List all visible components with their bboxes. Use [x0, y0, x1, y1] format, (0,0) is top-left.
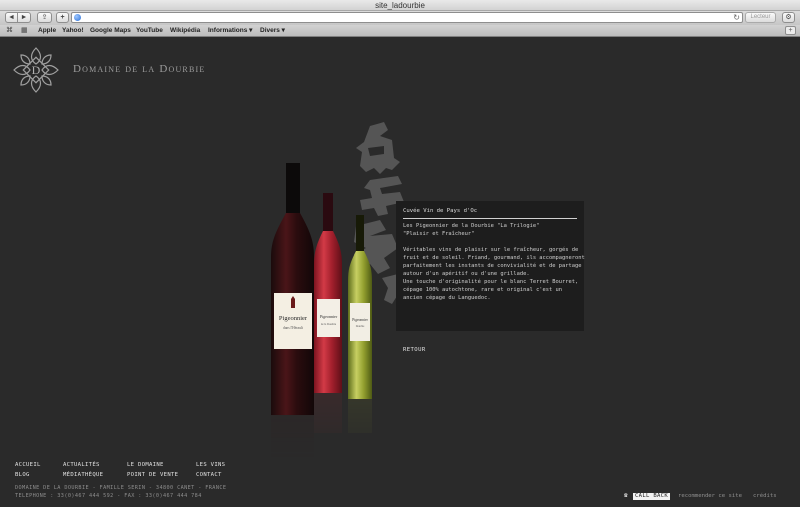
wine-bottles-image: Pigeonnier Dourbie Pigeonnier de la Dour…	[271, 163, 372, 461]
bookmark-informations-menu[interactable]: Informations ▾	[208, 25, 252, 37]
bookmarks-bar: ⌘ ▦ Apple Yahoo! Google Maps YouTube Wik…	[0, 25, 800, 37]
footer-link-point-de-vente[interactable]: POINT DE VENTE	[127, 472, 178, 478]
svg-text:Pigeonnier: Pigeonnier	[352, 318, 368, 322]
retour-link[interactable]: RETOUR	[403, 347, 426, 353]
wine-panel-gap	[403, 238, 581, 246]
reading-list-icon[interactable]: ⌘	[6, 27, 13, 35]
bookmark-yahoo[interactable]: Yahoo!	[62, 25, 84, 37]
white-wine-bottle: Pigeonnier Dourbie	[348, 215, 372, 399]
footer-link-blog[interactable]: BLOG	[15, 472, 30, 478]
wine-panel-line: autour d'un apéritif ou d'une grillade.	[403, 271, 530, 277]
footer-link-le-domaine[interactable]: LE DOMAINE	[127, 462, 164, 468]
wine-info-panel: Cuvée Vin de Pays d'Oc Les Pigeonnier de…	[396, 201, 585, 331]
site-page: D Domaine de la Dourbie Pigeonnier Dourb…	[0, 38, 800, 507]
rose-wine-bottle: Pigeonnier de la Dourbie	[314, 193, 342, 393]
window-title: site_ladourbie	[375, 1, 425, 10]
recommend-site-link[interactable]: recommender ce site	[678, 493, 742, 499]
domaine-logo-icon[interactable]: D	[12, 46, 60, 94]
logo-letter: D	[32, 63, 41, 77]
wine-panel-line: Une touche d'originalité pour le blanc T…	[403, 279, 579, 285]
svg-text:Pigeonnier: Pigeonnier	[279, 315, 308, 322]
bookmark-google-maps[interactable]: Google Maps	[90, 25, 131, 37]
svg-text:de la Dourbie: de la Dourbie	[321, 323, 337, 326]
svg-text:Pigeonnier: Pigeonnier	[320, 314, 338, 319]
back-button[interactable]: ◄	[5, 12, 18, 23]
red-wine-bottle: Pigeonnier dans l'Hérault	[271, 163, 314, 415]
wine-panel-line: cépage 100% autochtone, rare et original…	[403, 287, 563, 293]
credits-link[interactable]: crédits	[753, 493, 777, 499]
wine-panel-line: "Plaisir et Fraîcheur"	[403, 231, 475, 237]
phone-fax-line: TELEPHONE : 33(0)467 444 592 - FAX : 33(…	[15, 493, 202, 499]
settings-gear-button[interactable]: ⚙	[782, 12, 795, 23]
wine-panel-line: ancien cépage du Languedoc.	[403, 295, 491, 301]
wine-panel-heading: Cuvée Vin de Pays d'Oc	[403, 208, 478, 214]
share-button[interactable]: ⇪	[37, 12, 52, 23]
wine-panel-line: fruit et de soleil. Friand, gourmand, il…	[403, 255, 585, 261]
footer-link-mediatheque[interactable]: MÉDIATHÈQUE	[63, 472, 103, 478]
wine-panel-line: Les Pigeonnier de la Dourbie "La Trilogi…	[403, 223, 540, 229]
address-line: DOMAINE DE LA DOURBIE - FAMILLE SERIN - …	[15, 485, 227, 491]
add-bookmark-button[interactable]: +	[56, 12, 69, 23]
forward-button[interactable]: ►	[18, 12, 31, 23]
divider	[403, 218, 577, 219]
address-bar[interactable]: ↻	[71, 12, 743, 23]
bookmark-apple[interactable]: Apple	[38, 25, 56, 37]
svg-text:dans l'Hérault: dans l'Hérault	[283, 326, 303, 330]
reader-button[interactable]: Lecteur	[745, 12, 776, 23]
brand-name[interactable]: Domaine de la Dourbie	[73, 63, 205, 75]
globe-icon	[74, 14, 81, 21]
footer-link-accueil[interactable]: ACCUEIL	[15, 462, 41, 468]
bookmark-youtube[interactable]: YouTube	[136, 25, 163, 37]
call-back-button[interactable]: CALL BACK	[633, 493, 671, 500]
bookmark-wikipedia[interactable]: Wikipédia	[170, 25, 200, 37]
window-titlebar: site_ladourbie	[0, 0, 800, 11]
browser-toolbar: ◄ ► ⇪ + ↻ Lecteur ⚙	[0, 11, 800, 25]
phone-icon: ☎	[624, 492, 628, 499]
wine-panel-description: Les Pigeonnier de la Dourbie "La Trilogi…	[403, 222, 585, 302]
svg-text:Dourbie: Dourbie	[356, 325, 365, 328]
footer-address: DOMAINE DE LA DOURBIE - FAMILLE SERIN - …	[15, 484, 226, 500]
footer-link-actualites[interactable]: ACTUALITÉS	[63, 462, 100, 468]
footer-link-contact[interactable]: CONTACT	[196, 472, 222, 478]
reload-icon[interactable]: ↻	[733, 13, 740, 22]
new-tab-button[interactable]: +	[785, 26, 796, 35]
footer-link-les-vins[interactable]: LES VINS	[196, 462, 225, 468]
wine-panel-line: Véritables vins de plaisir sur le fraîch…	[403, 247, 579, 253]
wine-panel-line: parfaitement les instants de convivialit…	[403, 263, 582, 269]
top-sites-icon[interactable]: ▦	[21, 27, 28, 35]
bookmark-divers-menu[interactable]: Divers ▾	[260, 25, 285, 37]
